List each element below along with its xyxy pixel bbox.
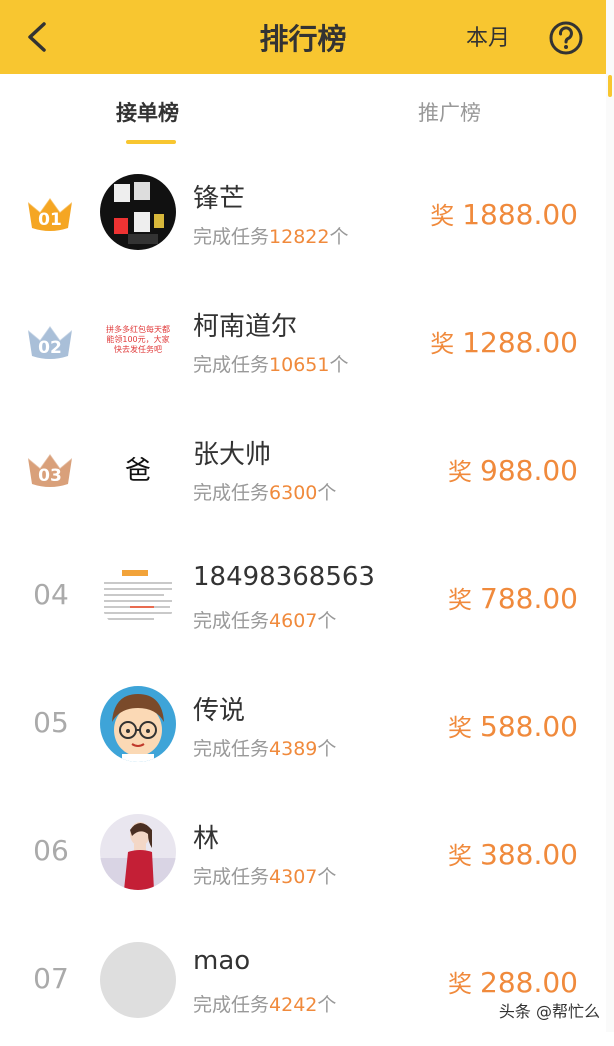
task-count-suffix: 个: [329, 226, 349, 248]
prize-value: 788.00: [480, 582, 578, 615]
task-count-suffix: 个: [317, 482, 337, 504]
task-count-text: 完成任务4607个: [193, 606, 336, 633]
gold-crown-icon: 01: [24, 194, 76, 234]
task-count-prefix: 完成任务: [193, 226, 270, 248]
prize-amount: 奖 1888.00: [430, 196, 578, 231]
user-name: 张大帅: [193, 440, 272, 470]
tab-order-ranking[interactable]: 接单榜: [116, 96, 179, 130]
ranking-row[interactable]: 04 18498368563 完成任务4607个 奖 788.00: [0, 534, 606, 662]
task-count: 6300: [269, 482, 318, 504]
user-avatar[interactable]: [100, 686, 176, 762]
prize-value: 288.00: [480, 966, 578, 999]
user-name: mao: [193, 946, 251, 976]
task-count-text: 完成任务4307个: [193, 862, 336, 889]
user-avatar[interactable]: 爸: [100, 430, 176, 506]
rank-number: 05: [33, 706, 69, 739]
prize-label: 奖: [448, 714, 473, 742]
prize-amount: 奖 388.00: [448, 836, 578, 871]
tab-promotion-ranking[interactable]: 推广榜: [418, 96, 481, 130]
task-count-suffix: 个: [317, 866, 337, 888]
prize-value: 1888.00: [462, 198, 578, 231]
task-count: 12822: [269, 226, 330, 248]
user-name: 柯南道尔: [193, 312, 298, 342]
task-count-text: 完成任务10651个: [193, 350, 348, 377]
silver-crown-icon: 02: [24, 322, 76, 362]
task-count-suffix: 个: [317, 738, 337, 760]
task-count: 4607: [269, 610, 318, 632]
prize-amount: 奖 1288.00: [430, 324, 578, 359]
prize-label: 奖: [448, 458, 473, 486]
task-count-suffix: 个: [317, 994, 337, 1016]
scrollbar[interactable]: [606, 0, 614, 1032]
prize-value: 988.00: [480, 454, 578, 487]
ranking-row[interactable]: 02 拼多多红包每天都能领100元，大家快去发任务吧 柯南道尔完成任务10651个 奖…: [0, 278, 606, 406]
task-count-text: 完成任务4242个: [193, 990, 336, 1017]
task-count: 10651: [269, 354, 330, 376]
prize-label: 奖: [448, 842, 473, 870]
user-avatar[interactable]: [100, 942, 176, 1018]
prize-amount: 奖 288.00: [448, 964, 578, 999]
ranking-row[interactable]: 01 锋芒完成任务12822个 奖 1888.00: [0, 150, 606, 278]
rank-number: 04: [33, 578, 69, 611]
watermark: 头条 @帮忙么: [498, 1002, 600, 1021]
prize-value: 388.00: [480, 838, 578, 871]
task-count: 4389: [269, 738, 318, 760]
svg-text:03: 03: [38, 466, 62, 486]
task-count: 4307: [269, 866, 318, 888]
bronze-crown-icon: 03: [24, 450, 76, 490]
avatar-text: 拼多多红包每天都能领100元，大家快去发任务吧: [106, 325, 170, 354]
svg-text:01: 01: [38, 210, 62, 230]
top-bar: 排行榜 本月: [0, 0, 606, 74]
prize-amount: 奖 988.00: [448, 452, 578, 487]
user-avatar[interactable]: 拼多多红包每天都能领100元，大家快去发任务吧: [100, 302, 176, 378]
task-count-text: 完成任务4389个: [193, 734, 336, 761]
prize-value: 588.00: [480, 710, 578, 743]
task-count-suffix: 个: [329, 354, 349, 376]
user-avatar[interactable]: [100, 814, 176, 890]
scrollbar-thumb[interactable]: [608, 75, 612, 97]
prize-value: 1288.00: [462, 326, 578, 359]
ranking-row[interactable]: 07 mao 完成任务4242个 奖 288.00: [0, 918, 606, 1046]
help-icon[interactable]: [548, 20, 584, 56]
task-count-prefix: 完成任务: [193, 994, 270, 1016]
user-name: 18498368563: [193, 562, 375, 592]
user-avatar[interactable]: [100, 558, 176, 634]
user-avatar[interactable]: [100, 174, 176, 250]
user-name: 林: [193, 824, 220, 854]
task-count-text: 完成任务6300个: [193, 478, 336, 505]
period-selector[interactable]: 本月: [466, 0, 510, 74]
prize-amount: 奖 588.00: [448, 708, 578, 743]
task-count-prefix: 完成任务: [193, 482, 270, 504]
ranking-row[interactable]: 06 林完成任务4307个 奖 388.00: [0, 790, 606, 918]
task-count: 4242: [269, 994, 318, 1016]
task-count-text: 完成任务12822个: [193, 222, 348, 249]
task-count-suffix: 个: [317, 610, 337, 632]
prize-label: 奖: [430, 202, 455, 230]
prize-label: 奖: [448, 970, 473, 998]
ranking-row[interactable]: 05 传说完成任务4389个 奖 588.00: [0, 662, 606, 790]
prize-label: 奖: [448, 586, 473, 614]
prize-label: 奖: [430, 330, 455, 358]
rank-number: 07: [33, 962, 69, 995]
task-count-prefix: 完成任务: [193, 866, 270, 888]
ranking-row[interactable]: 03 爸 张大帅完成任务6300个 奖 988.00: [0, 406, 606, 534]
svg-text:02: 02: [38, 338, 62, 358]
active-tab-indicator: [126, 140, 176, 144]
task-count-prefix: 完成任务: [193, 738, 270, 760]
avatar-text: 爸: [124, 455, 151, 486]
rank-number: 06: [33, 834, 69, 867]
task-count-prefix: 完成任务: [193, 354, 270, 376]
task-count-prefix: 完成任务: [193, 610, 270, 632]
page-title: 排行榜: [259, 22, 347, 56]
user-name: 传说: [193, 696, 246, 726]
prize-amount: 奖 788.00: [448, 580, 578, 615]
user-name: 锋芒: [193, 184, 246, 214]
